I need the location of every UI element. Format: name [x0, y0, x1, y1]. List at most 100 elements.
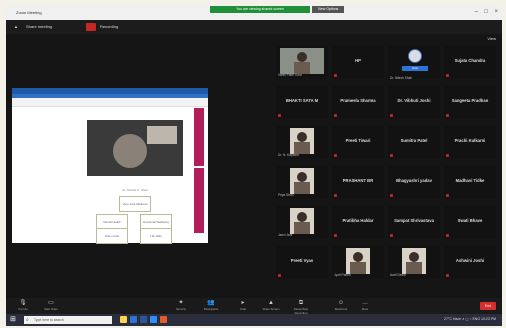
shield-icon[interactable]: ▲ — [14, 23, 18, 31]
edge-icon[interactable] — [130, 316, 137, 323]
photo-light — [147, 126, 177, 144]
participant-name: Bhagyashri yadav — [396, 178, 432, 183]
participant-tile[interactable]: Aarti Desai — [388, 246, 440, 279]
participant-tile[interactable]: Preeti Tiwari — [332, 126, 384, 159]
windows-start-icon[interactable]: ⊞ — [10, 316, 18, 324]
record-button[interactable]: ⧉ Pause/Stop Recording — [292, 300, 310, 315]
participant-name: Janvi Jani — [278, 233, 293, 237]
more-button[interactable]: … More — [356, 300, 374, 311]
participant-tile[interactable]: Dr. Vibhuti Joshi — [388, 86, 440, 119]
participant-tile[interactable]: Prachi Kulkarni — [444, 126, 496, 159]
participant-video — [280, 48, 324, 74]
participant-tile[interactable]: Jyoti Parikh — [332, 246, 384, 279]
muted-mic-icon — [334, 74, 337, 77]
title-bar: Zoom Meeting You are viewing shared scre… — [6, 6, 502, 20]
reactions-button[interactable]: ☺ Reactions — [332, 300, 350, 311]
shared-document-page: Dr. Nishita N. Shah Vayu Jyoti Wellness … — [32, 108, 192, 244]
share-button[interactable]: ▲ Share Screen — [262, 300, 280, 311]
chrome-icon[interactable] — [160, 316, 167, 323]
minimize-icon[interactable]: – — [475, 9, 478, 15]
participant-tile[interactable]: Priya Shah — [276, 166, 328, 199]
end-button[interactable]: End — [480, 302, 496, 310]
participant-tile[interactable]: Dr. N. Kapadia — [276, 126, 328, 159]
participant-tile[interactable]: Janvi Jani — [276, 206, 328, 239]
toolbar-label: Security — [175, 307, 187, 311]
participant-video — [402, 248, 426, 274]
photo-figure — [113, 134, 147, 168]
participant-tile[interactable]: Sangeeta Pradhan — [444, 86, 496, 119]
muted-mic-icon — [278, 114, 281, 117]
video-person-head — [297, 212, 307, 222]
participant-tile[interactable]: Preeti Vyas — [276, 246, 328, 279]
participant-name: BHAKTI SATA M — [285, 98, 319, 103]
search-placeholder: Type here to search — [34, 318, 64, 322]
participant-tile[interactable]: Pratibha Haldar — [332, 206, 384, 239]
muted-mic-icon — [446, 114, 449, 117]
shared-side-panel — [194, 108, 204, 166]
more-icon: … — [362, 300, 368, 306]
muted-mic-icon — [390, 234, 393, 237]
view-options-button[interactable]: View Options — [312, 6, 344, 13]
chat-button[interactable]: ▸ Chat — [234, 300, 252, 311]
participant-tile[interactable]: Madhavi Tidke — [444, 166, 496, 199]
participants-button[interactable]: 👥 Participants — [202, 300, 220, 311]
shared-app-ribbon — [12, 98, 208, 107]
participant-tile[interactable]: Host Dr. Nilesh Shah — [388, 46, 440, 79]
participant-tile[interactable]: Ashwini Joshi — [444, 246, 496, 279]
participant-tile[interactable]: Swati Bhave — [444, 206, 496, 239]
participant-tile[interactable]: Prameela Sharma — [332, 86, 384, 119]
participant-name: Dr. Vibhuti Joshi — [397, 98, 431, 103]
file-explorer-icon[interactable] — [120, 316, 127, 323]
participant-name: Priya Shah — [278, 193, 294, 197]
participant-tile[interactable]: HP — [332, 46, 384, 79]
zoom-icon[interactable] — [150, 316, 157, 323]
participant-name: Prameela Sharma — [340, 98, 376, 103]
participant-tile[interactable]: Sumitra Patel — [388, 126, 440, 159]
camera-button[interactable]: ▭ Start Video — [42, 300, 60, 311]
muted-mic-icon — [446, 154, 449, 157]
participant-name: HP — [355, 58, 361, 63]
system-tray: 27°C Haze ∧ ◻ ⌁ ENG 10:23 PM — [444, 317, 496, 321]
toolbar-label: Unmute — [18, 307, 28, 311]
participant-name: Prachi Kulkarni — [454, 138, 486, 143]
participant-name: Sampat Shrivastava — [394, 218, 434, 223]
participant-name: Vanik Patel Tutor — [278, 73, 303, 77]
share-icon: ▲ — [268, 300, 274, 306]
video-person-body — [406, 262, 422, 274]
video-person-head — [409, 252, 419, 262]
taskbar-search[interactable]: ⌕ Type here to search — [24, 316, 112, 324]
participant-tile[interactable]: Sampat Shrivastava — [388, 206, 440, 239]
participant-tile[interactable]: Sujata Chandra — [444, 46, 496, 79]
participant-name: Sujata Chandra — [454, 58, 486, 63]
muted-mic-icon — [446, 234, 449, 237]
meeting-controls: 🎙 Unmute ▭ Start Video ✦ Security 👥 Participant… — [6, 298, 502, 315]
toolbar-label: Share Screen — [262, 307, 280, 311]
close-icon[interactable]: × — [494, 9, 498, 15]
participant-tile[interactable]: Bhagyashri yadav — [388, 166, 440, 199]
participant-name: Swati Bhave — [457, 218, 483, 223]
video-person-head — [297, 52, 307, 62]
recording-icon — [86, 23, 96, 31]
muted-mic-icon — [334, 154, 337, 157]
participant-name: Sangeeta Pradhan — [451, 98, 489, 103]
view-button[interactable]: View — [487, 36, 496, 41]
participant-name: Jyoti Parikh — [334, 273, 351, 277]
participant-tile[interactable]: BHAKTI SATA M — [276, 86, 328, 119]
meeting-info[interactable]: Share meeting — [26, 23, 52, 31]
security-button[interactable]: ✦ Security — [172, 300, 190, 311]
participant-video — [290, 128, 314, 154]
word-icon[interactable] — [140, 316, 147, 323]
document-caption: Dr. Nishita N. Shah — [122, 188, 148, 192]
share-banner: You are viewing shared screen — [210, 6, 310, 13]
record-icon: ⧉ — [298, 300, 304, 306]
maximize-icon[interactable]: □ — [484, 9, 488, 15]
video-person-body — [294, 222, 310, 234]
host-badge: Host — [402, 66, 428, 71]
muted-mic-icon — [334, 234, 337, 237]
participant-name: Preeti Vyas — [290, 258, 314, 263]
mic-button[interactable]: 🎙 Unmute — [14, 300, 32, 311]
participant-tile[interactable]: PRASHANT BR — [332, 166, 384, 199]
participant-tile[interactable]: Vanik Patel Tutor — [276, 46, 328, 79]
muted-mic-icon — [446, 74, 449, 77]
video-person-body — [350, 262, 366, 274]
